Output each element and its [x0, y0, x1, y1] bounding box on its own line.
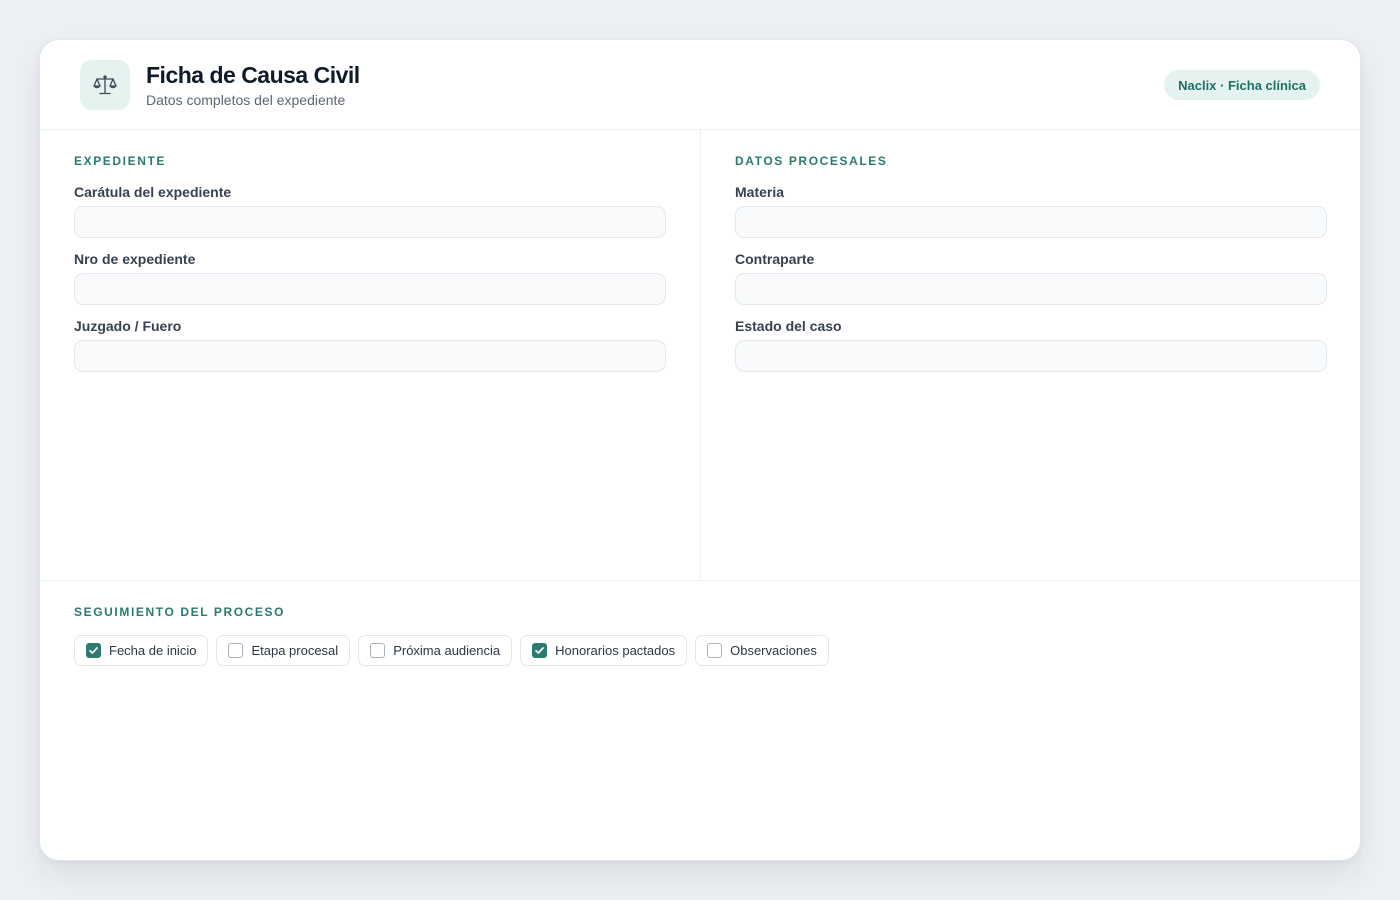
seguimiento-section: SEGUIMIENTO DEL PROCESO Fecha de inicio …: [40, 580, 1360, 860]
scales-icon: [80, 60, 130, 110]
caratula-label: Carátula del expediente: [74, 184, 232, 200]
option-fecha-inicio[interactable]: Fecha de inicio: [74, 635, 209, 666]
option-label: Observaciones: [730, 643, 817, 658]
checkbox-checked[interactable]: [86, 643, 101, 658]
checkbox-checked[interactable]: [532, 643, 548, 658]
option-etapa-procesal[interactable]: Etapa procesal: [216, 635, 351, 666]
status-badge: Naclix · Ficha clínica: [1164, 70, 1320, 100]
seguimiento-options: Fecha de inicio Etapa procesal Próxima a…: [74, 635, 829, 666]
option-label: Etapa procesal: [251, 643, 339, 658]
estado-caso-label: Estado del caso: [735, 318, 842, 334]
expediente-section: EXPEDIENTE Carátula del expediente Nro d…: [40, 130, 701, 580]
check-icon: [535, 647, 544, 654]
materia-label: Materia: [735, 184, 785, 200]
page-title: Ficha de Causa Civil: [146, 62, 360, 88]
header: Ficha de Causa Civil Datos completos del…: [40, 40, 1360, 130]
option-observaciones[interactable]: Observaciones: [695, 635, 829, 666]
checkbox[interactable]: [707, 643, 723, 658]
option-honorarios-pactados[interactable]: Honorarios pactados: [520, 635, 688, 666]
page-subtitle: Datos completos del expediente: [146, 92, 346, 108]
juzgado-input[interactable]: [74, 340, 666, 372]
checkbox[interactable]: [370, 643, 386, 658]
form-card: Ficha de Causa Civil Datos completos del…: [39, 39, 1361, 861]
nro-expediente-input[interactable]: [74, 273, 666, 305]
section-title: SEGUIMIENTO DEL PROCESO: [74, 605, 286, 619]
juzgado-label: Juzgado / Fuero: [74, 318, 182, 334]
option-label: Honorarios pactados: [555, 643, 676, 658]
option-proxima-audiencia[interactable]: Próxima audiencia: [358, 635, 513, 666]
contraparte-label: Contraparte: [735, 251, 815, 267]
nro-expediente-label: Nro de expediente: [74, 251, 196, 267]
checkbox[interactable]: [228, 643, 244, 658]
estado-caso-input[interactable]: [735, 340, 1327, 372]
check-icon: [89, 647, 98, 654]
section-title: DATOS PROCESALES: [735, 154, 888, 168]
caratula-input[interactable]: [74, 206, 666, 238]
datos-procesales-section: DATOS PROCESALES Materia Contraparte Est…: [701, 130, 1360, 580]
materia-input[interactable]: [735, 206, 1327, 238]
option-label: Fecha de inicio: [109, 643, 197, 658]
section-title: EXPEDIENTE: [74, 154, 167, 168]
contraparte-input[interactable]: [735, 273, 1327, 305]
option-label: Próxima audiencia: [393, 643, 501, 658]
